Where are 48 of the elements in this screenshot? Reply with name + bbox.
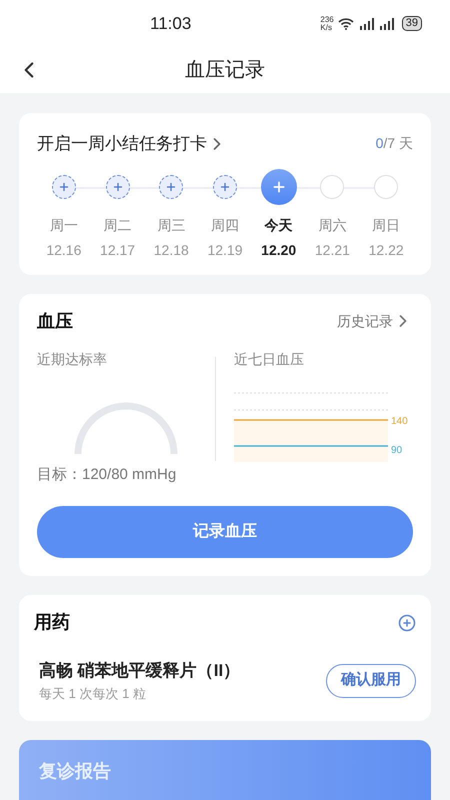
plus-icon [58, 180, 70, 192]
add-checkin-button[interactable] [106, 174, 130, 198]
upper-line-label: 140 [391, 414, 408, 428]
signal-icon [358, 18, 374, 30]
weekday-label: 周六 [318, 216, 346, 234]
battery-indicator: 39 [402, 16, 422, 32]
section-title: 血压 [37, 310, 73, 332]
date-label: 12.20 [261, 240, 296, 260]
section-title: 用药 [34, 611, 70, 634]
weekday-label: 周一 [50, 216, 78, 234]
dosage-text: 每天 1 次每次 1 粒 [39, 684, 147, 702]
weekday-label: 周日 [372, 216, 400, 234]
weekday-label: 周四 [210, 216, 239, 234]
plus-icon [165, 180, 178, 192]
date-label: 12.19 [207, 240, 243, 260]
date-label: 12.18 [154, 240, 189, 260]
date-label: 12.16 [46, 240, 82, 260]
history-link[interactable]: 历史记录 [337, 310, 393, 332]
checkin-title[interactable]: 开启一周小结任务打卡 [37, 131, 207, 156]
record-button[interactable]: 记录血压 [37, 506, 413, 558]
confirm-button[interactable]: 确认服用 [326, 664, 416, 698]
date-label: 12.21 [314, 240, 350, 260]
signal-icon [378, 18, 394, 30]
week-label: 近七日血压 [234, 350, 305, 368]
weekday-label: 周二 [104, 216, 132, 234]
report-title: 复诊报告 [39, 761, 111, 781]
drug-name: 高畅 硝苯地平缓释片（II） [39, 660, 240, 682]
rate-label: 近期达标率 [37, 350, 108, 368]
plus-icon [270, 178, 287, 194]
status-time: 11:03 [150, 12, 192, 35]
add-checkin-button[interactable] [159, 174, 184, 198]
weekday-label: 周三 [157, 216, 186, 234]
add-icon[interactable] [398, 614, 416, 632]
progress-count: 0 [376, 134, 384, 154]
add-checkin-button[interactable] [52, 174, 76, 198]
plus-icon [112, 180, 124, 192]
wifi-icon [338, 18, 354, 30]
add-checkin-button[interactable] [212, 174, 237, 198]
target-text: 目标：120/80 mmHg [37, 464, 178, 484]
weekday-label: 今天 [264, 216, 293, 234]
date-label: 12.22 [368, 240, 404, 260]
network-speed: 236 K/s [320, 16, 334, 32]
progress-total: /7 天 [383, 134, 413, 154]
page-title: 血压记录 [185, 58, 265, 84]
plus-icon [218, 180, 231, 192]
date-label: 12.17 [100, 240, 136, 260]
today-add-button[interactable] [260, 168, 297, 204]
lower-line-label: 90 [391, 444, 404, 458]
